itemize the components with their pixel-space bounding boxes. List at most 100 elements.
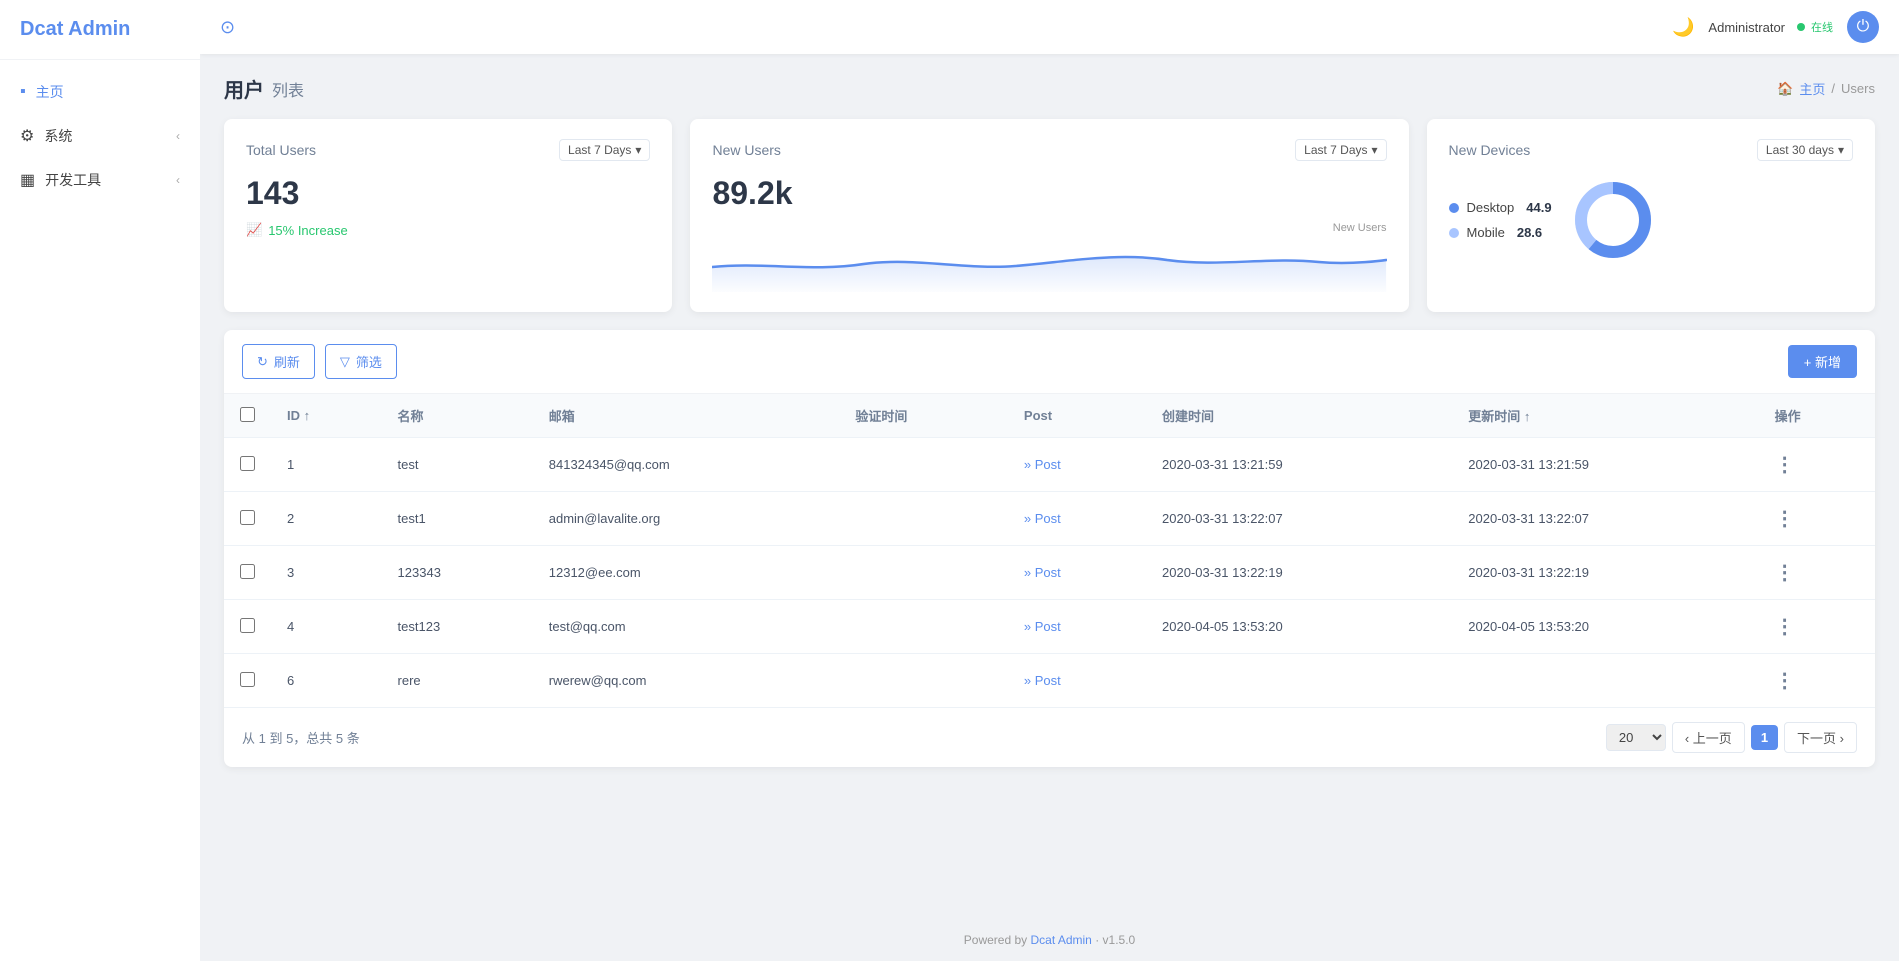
increase-text: 15% Increase <box>268 223 348 238</box>
new-users-label: New Users <box>712 142 780 158</box>
row-action-0[interactable]: ⋮ <box>1759 438 1875 492</box>
gear-icon: ⚙ <box>20 126 34 146</box>
new-users-chart-label: New Users <box>1333 222 1387 234</box>
th-created-label: 创建时间 <box>1162 409 1214 424</box>
pagination-info: 从 1 到 5，总共 5 条 <box>242 728 360 747</box>
new-devices-card-header: New Devices Last 30 days ▾ <box>1449 139 1853 161</box>
action-menu-0[interactable]: ⋮ <box>1775 454 1796 476</box>
post-link-3[interactable]: » Post <box>1024 619 1061 634</box>
page-body: 用户 列表 🏠 主页 / Users Total Users Last 7 Da… <box>200 54 1899 919</box>
th-updated[interactable]: 更新时间 ↑ <box>1452 394 1758 438</box>
table-row: 4 test123 test@qq.com » Post 2020-04-05 … <box>224 600 1875 654</box>
refresh-icon[interactable]: ⊙ <box>220 17 235 38</box>
new-users-dropdown[interactable]: Last 7 Days ▾ <box>1295 139 1386 161</box>
table-row: 1 test 841324345@qq.com » Post 2020-03-3… <box>224 438 1875 492</box>
pagination-controls: 20 50 100 ‹ 上一页 1 下一页 › <box>1606 722 1857 753</box>
select-all-checkbox[interactable] <box>240 407 255 422</box>
row-name-1: test1 <box>382 492 533 546</box>
th-post-label: Post <box>1024 408 1052 423</box>
row-action-2[interactable]: ⋮ <box>1759 546 1875 600</box>
footer-version: · v1.5.0 <box>1095 933 1135 947</box>
add-btn-label: + 新增 <box>1804 352 1841 371</box>
th-id[interactable]: ID ↑ <box>271 394 382 438</box>
row-created-3: 2020-04-05 13:53:20 <box>1146 600 1452 654</box>
breadcrumb-home-link[interactable]: 主页 <box>1799 79 1825 98</box>
sidebar-item-devtools[interactable]: ▦ 开发工具 ‹ <box>0 158 200 202</box>
page-title-area: 用户 列表 <box>224 74 304 103</box>
topbar-left: ⊙ <box>220 17 235 38</box>
row-verify-3 <box>839 600 1008 654</box>
new-devices-dropdown[interactable]: Last 30 days ▾ <box>1757 139 1853 161</box>
action-menu-4[interactable]: ⋮ <box>1775 670 1796 692</box>
action-menu-1[interactable]: ⋮ <box>1775 508 1796 530</box>
breadcrumb: 🏠 主页 / Users <box>1777 79 1875 98</box>
sidebar-item-system[interactable]: ⚙ 系统 ‹ <box>0 114 200 158</box>
total-users-dropdown[interactable]: Last 7 Days ▾ <box>559 139 650 161</box>
th-verify: 验证时间 <box>839 394 1008 438</box>
next-page-button[interactable]: 下一页 › <box>1784 722 1857 753</box>
th-created: 创建时间 <box>1146 394 1452 438</box>
row-checkbox-0[interactable] <box>240 456 255 471</box>
mobile-dot <box>1449 228 1459 238</box>
total-users-dropdown-label: Last 7 Days <box>568 143 631 157</box>
page-main-title: 用户 <box>224 74 264 103</box>
row-id-2: 3 <box>271 546 382 600</box>
refresh-button[interactable]: ↻ 刷新 <box>242 344 315 379</box>
total-users-card-header: Total Users Last 7 Days ▾ <box>246 139 650 161</box>
row-action-4[interactable]: ⋮ <box>1759 654 1875 708</box>
row-checkbox-cell <box>224 438 271 492</box>
sidebar-nav: ▪ 主页 ⚙ 系统 ‹ ▦ 开发工具 ‹ <box>0 60 200 212</box>
row-updated-0: 2020-03-31 13:21:59 <box>1452 438 1758 492</box>
row-post-4[interactable]: » Post <box>1008 654 1146 708</box>
new-users-card-header: New Users Last 7 Days ▾ <box>712 139 1386 161</box>
row-checkbox-1[interactable] <box>240 510 255 525</box>
post-link-1[interactable]: » Post <box>1024 511 1061 526</box>
post-link-4[interactable]: » Post <box>1024 673 1061 688</box>
footer-brand-link[interactable]: Dcat Admin <box>1030 933 1091 947</box>
row-name-0: test <box>382 438 533 492</box>
row-updated-4 <box>1452 654 1758 708</box>
desktop-value: 44.9 <box>1526 200 1551 215</box>
row-checkbox-4[interactable] <box>240 672 255 687</box>
row-verify-1 <box>839 492 1008 546</box>
row-checkbox-2[interactable] <box>240 564 255 579</box>
new-devices-dropdown-label: Last 30 days <box>1766 143 1834 157</box>
page-sub-title: 列表 <box>272 77 304 101</box>
row-checkbox-3[interactable] <box>240 618 255 633</box>
chevron-icon-devtools: ‹ <box>176 173 180 187</box>
total-users-value: 143 <box>246 175 650 212</box>
action-menu-3[interactable]: ⋮ <box>1775 616 1796 638</box>
post-link-0[interactable]: » Post <box>1024 457 1061 472</box>
th-post: Post <box>1008 394 1146 438</box>
new-users-dropdown-label: Last 7 Days <box>1304 143 1367 157</box>
row-post-1[interactable]: » Post <box>1008 492 1146 546</box>
moon-icon[interactable]: 🌙 <box>1672 17 1694 38</box>
power-button[interactable]: ⏻ <box>1847 11 1879 43</box>
row-created-0: 2020-03-31 13:21:59 <box>1146 438 1452 492</box>
prev-page-button[interactable]: ‹ 上一页 <box>1672 722 1745 753</box>
row-action-1[interactable]: ⋮ <box>1759 492 1875 546</box>
new-devices-dropdown-icon: ▾ <box>1838 143 1844 157</box>
sidebar: Dcat Admin ▪ 主页 ⚙ 系统 ‹ ▦ 开发工具 ‹ <box>0 0 200 961</box>
sidebar-item-home[interactable]: ▪ 主页 <box>0 70 200 114</box>
row-post-2[interactable]: » Post <box>1008 546 1146 600</box>
row-action-3[interactable]: ⋮ <box>1759 600 1875 654</box>
th-action: 操作 <box>1759 394 1875 438</box>
row-name-4: rere <box>382 654 533 708</box>
row-updated-1: 2020-03-31 13:22:07 <box>1452 492 1758 546</box>
add-button[interactable]: + 新增 <box>1788 345 1857 378</box>
row-id-1: 2 <box>271 492 382 546</box>
row-checkbox-cell <box>224 546 271 600</box>
legend-desktop: Desktop 44.9 <box>1449 200 1552 215</box>
row-email-2: 12312@ee.com <box>533 546 840 600</box>
filter-button[interactable]: ▽ 筛选 <box>325 344 397 379</box>
refresh-btn-label: 刷新 <box>274 352 300 371</box>
post-link-2[interactable]: » Post <box>1024 565 1061 580</box>
row-post-0[interactable]: » Post <box>1008 438 1146 492</box>
page-size-select[interactable]: 20 50 100 <box>1606 724 1666 751</box>
row-post-3[interactable]: » Post <box>1008 600 1146 654</box>
row-checkbox-cell <box>224 600 271 654</box>
footer-text: Powered by <box>964 933 1027 947</box>
sidebar-item-devtools-label: 开发工具 <box>45 170 101 190</box>
action-menu-2[interactable]: ⋮ <box>1775 562 1796 584</box>
